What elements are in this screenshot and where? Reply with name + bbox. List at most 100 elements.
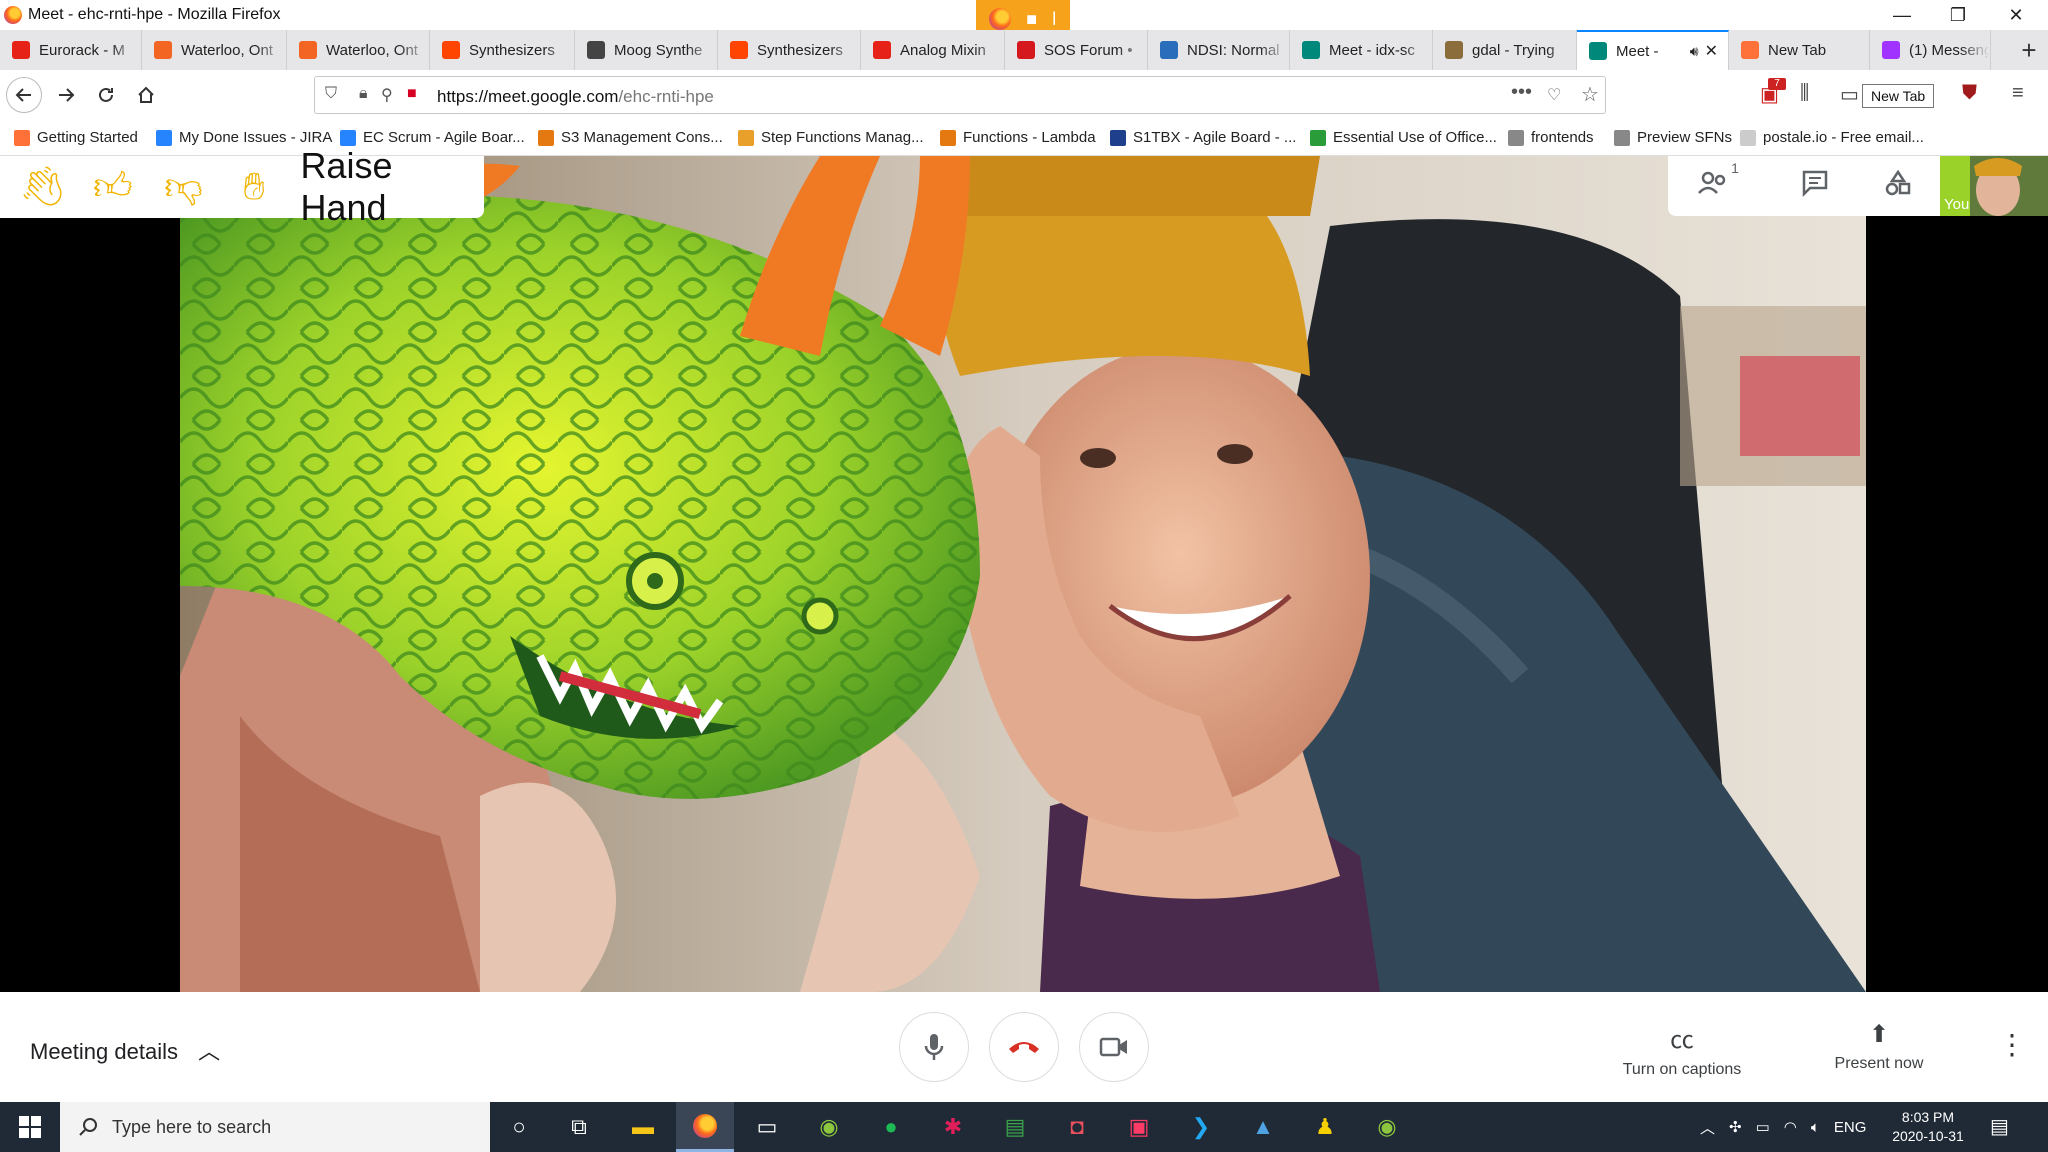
ublock-icon[interactable]: ⛊ [1962, 82, 1977, 105]
library-icon[interactable]: ⫼ [1800, 82, 1809, 105]
browser-tab[interactable]: (1) Messenger [1870, 30, 1991, 70]
cortana-icon[interactable]: ○ [490, 1102, 548, 1152]
back-button[interactable] [6, 77, 42, 113]
tab-favicon-icon [1589, 42, 1607, 60]
browser-tab[interactable]: Waterloo, Ont [287, 30, 430, 70]
terminal-icon[interactable]: ▭ [738, 1102, 796, 1152]
wave-icon[interactable]: 👋︎ [14, 163, 71, 211]
task-view-icon[interactable]: ⧉ [550, 1102, 608, 1152]
battery-icon[interactable]: ▭ [1756, 1118, 1770, 1136]
notifications-icon[interactable]: ▤ [1990, 1114, 2009, 1139]
browser-tab[interactable]: Eurorack - M [0, 30, 142, 70]
bookmark-label: frontends [1531, 129, 1594, 146]
home-button[interactable] [128, 77, 164, 113]
slack-icon[interactable]: ✱ [924, 1102, 982, 1152]
browser-tab[interactable]: Meet - 🔊︎ ✕ [1577, 30, 1729, 70]
url-text[interactable]: https://meet.google.com/ehc-rnti-hpe [437, 87, 714, 107]
permissions-icon[interactable]: ⚲ [381, 85, 393, 105]
bookmark-item[interactable]: frontends [1508, 129, 1594, 146]
qgis-2-icon[interactable]: ◉ [1358, 1102, 1416, 1152]
meeting-stage [0, 156, 2048, 992]
thumbs-down-icon[interactable]: 👎︎ [155, 163, 212, 211]
bookmark-star-icon[interactable]: ☆ [1581, 82, 1599, 107]
chat-button[interactable] [1801, 169, 1829, 204]
raise-hand-label[interactable]: Raise Hand [300, 145, 484, 229]
bookmark-item[interactable]: S1TBX - Agile Board - ... [1110, 129, 1296, 146]
forward-button[interactable] [48, 77, 84, 113]
sidebar-icon[interactable]: ▭ [1840, 82, 1859, 107]
clock[interactable]: 8:03 PM 2020-10-31 [1880, 1108, 1976, 1146]
vscode-icon[interactable]: ❯ [1172, 1102, 1230, 1152]
spreadsheet-icon[interactable]: ▤ [986, 1102, 1044, 1152]
more-options-icon[interactable]: ⋮ [1998, 1028, 2026, 1061]
participants-button[interactable]: 1 [1696, 160, 1745, 204]
browser-tab[interactable]: Synthesizers [430, 30, 575, 70]
reload-button[interactable] [88, 77, 124, 113]
tab-fade [399, 30, 429, 70]
captions-button[interactable]: ㏄ Turn on captions [1602, 1020, 1762, 1079]
bookmark-item[interactable]: EC Scrum - Agile Boar... [340, 129, 525, 146]
browser-tab[interactable]: Synthesizers [718, 30, 861, 70]
captions-icon: ㏄ [1670, 1027, 1694, 1054]
spotify-icon[interactable]: ● [862, 1102, 920, 1152]
page-actions-icon[interactable]: ••• [1511, 81, 1532, 104]
pocket-icon[interactable]: ♡ [1547, 85, 1561, 105]
self-view-thumbnail[interactable]: You [1940, 156, 2048, 216]
menu-icon[interactable]: ≡ [2012, 82, 2024, 105]
restore-button[interactable]: ❐ [1930, 0, 1986, 30]
close-window-button[interactable]: ✕ [1988, 0, 2044, 30]
tab-audio-icon[interactable]: 🔊︎ [1690, 43, 1699, 60]
address-bar[interactable]: ⛉ 🔒︎ ⚲ ■ https://meet.google.com/ehc-rnt… [314, 76, 1606, 114]
microphone-icon: ǀ [1051, 8, 1057, 29]
browser-tab[interactable]: NDSI: Normal [1148, 30, 1290, 70]
bookmark-item[interactable]: Step Functions Manag... [738, 129, 924, 146]
bookmark-item[interactable]: Essential Use of Office... [1310, 129, 1497, 146]
tab-favicon-icon [1160, 41, 1178, 59]
bookmark-item[interactable]: Preview SFNs [1614, 129, 1732, 146]
shield-icon[interactable]: ⛉ [325, 85, 337, 103]
browser-tab[interactable]: New Tab [1729, 30, 1870, 70]
browser-tab[interactable]: Moog Synthe [575, 30, 718, 70]
activities-button[interactable] [1884, 169, 1912, 204]
meeting-details-button[interactable]: Meeting details ︿ [30, 1034, 220, 1066]
photos-icon[interactable]: ▲ [1234, 1102, 1292, 1152]
browser-tab[interactable]: Meet - idx-sc [1290, 30, 1433, 70]
meet-bottom-bar: Meeting details ︿ ㏄ Turn on captions ⬆︎ … [0, 992, 2048, 1102]
present-now-button[interactable]: ⬆︎ Present now [1799, 1020, 1959, 1073]
camera-button[interactable] [1079, 1012, 1149, 1082]
lock-icon[interactable]: 🔒︎ [359, 85, 368, 103]
browser-tab[interactable]: SOS Forum • [1005, 30, 1148, 70]
start-button[interactable] [0, 1102, 60, 1152]
bookmark-item[interactable]: My Done Issues - JIRA [156, 129, 332, 146]
file-explorer-icon[interactable]: ▬ [614, 1102, 672, 1152]
qgis-icon[interactable]: ◉ [800, 1102, 858, 1152]
firefox-taskbar-icon[interactable] [676, 1102, 734, 1152]
bookmark-item[interactable]: Getting Started [14, 129, 138, 146]
tab-favicon-icon [1882, 41, 1900, 59]
new-tab-button[interactable]: + [2010, 30, 2048, 70]
bookmark-item[interactable]: postale.io - Free email... [1740, 129, 1924, 146]
raise-hand-icon[interactable]: ✋︎ [226, 163, 283, 211]
language-indicator[interactable]: ENG [1834, 1119, 1867, 1136]
firefox-logo-icon [4, 6, 22, 24]
close-tab-icon[interactable]: ✕ [1705, 41, 1718, 61]
bookmark-item[interactable]: S3 Management Cons... [538, 129, 723, 146]
leave-call-button[interactable] [989, 1012, 1059, 1082]
volume-icon[interactable]: 🔈︎ [1811, 1119, 1820, 1136]
camera-permission-icon[interactable]: ■ [407, 85, 417, 103]
microphone-button[interactable] [899, 1012, 969, 1082]
tray-overflow-icon[interactable]: ︿ [1700, 1117, 1715, 1138]
bookmark-item[interactable]: Functions - Lambda [940, 129, 1096, 146]
browser-tab[interactable]: gdal - Trying [1433, 30, 1577, 70]
thumbs-up-icon[interactable]: 👍︎ [85, 163, 142, 211]
linux-icon[interactable]: ♟ [1296, 1102, 1354, 1152]
taskbar-search[interactable]: Type here to search [60, 1102, 490, 1152]
intellij-icon[interactable]: ▣ [1110, 1102, 1168, 1152]
camera-app-icon[interactable]: ◘ [1048, 1102, 1106, 1152]
minimize-button[interactable]: — [1874, 0, 1930, 30]
browser-tab[interactable]: Waterloo, Ont [142, 30, 287, 70]
network-app-icon[interactable]: ✣ [1729, 1118, 1742, 1136]
wifi-icon[interactable]: ◠ [1784, 1118, 1797, 1136]
browser-tab[interactable]: Analog Mixin [861, 30, 1005, 70]
search-placeholder: Type here to search [112, 1116, 272, 1137]
